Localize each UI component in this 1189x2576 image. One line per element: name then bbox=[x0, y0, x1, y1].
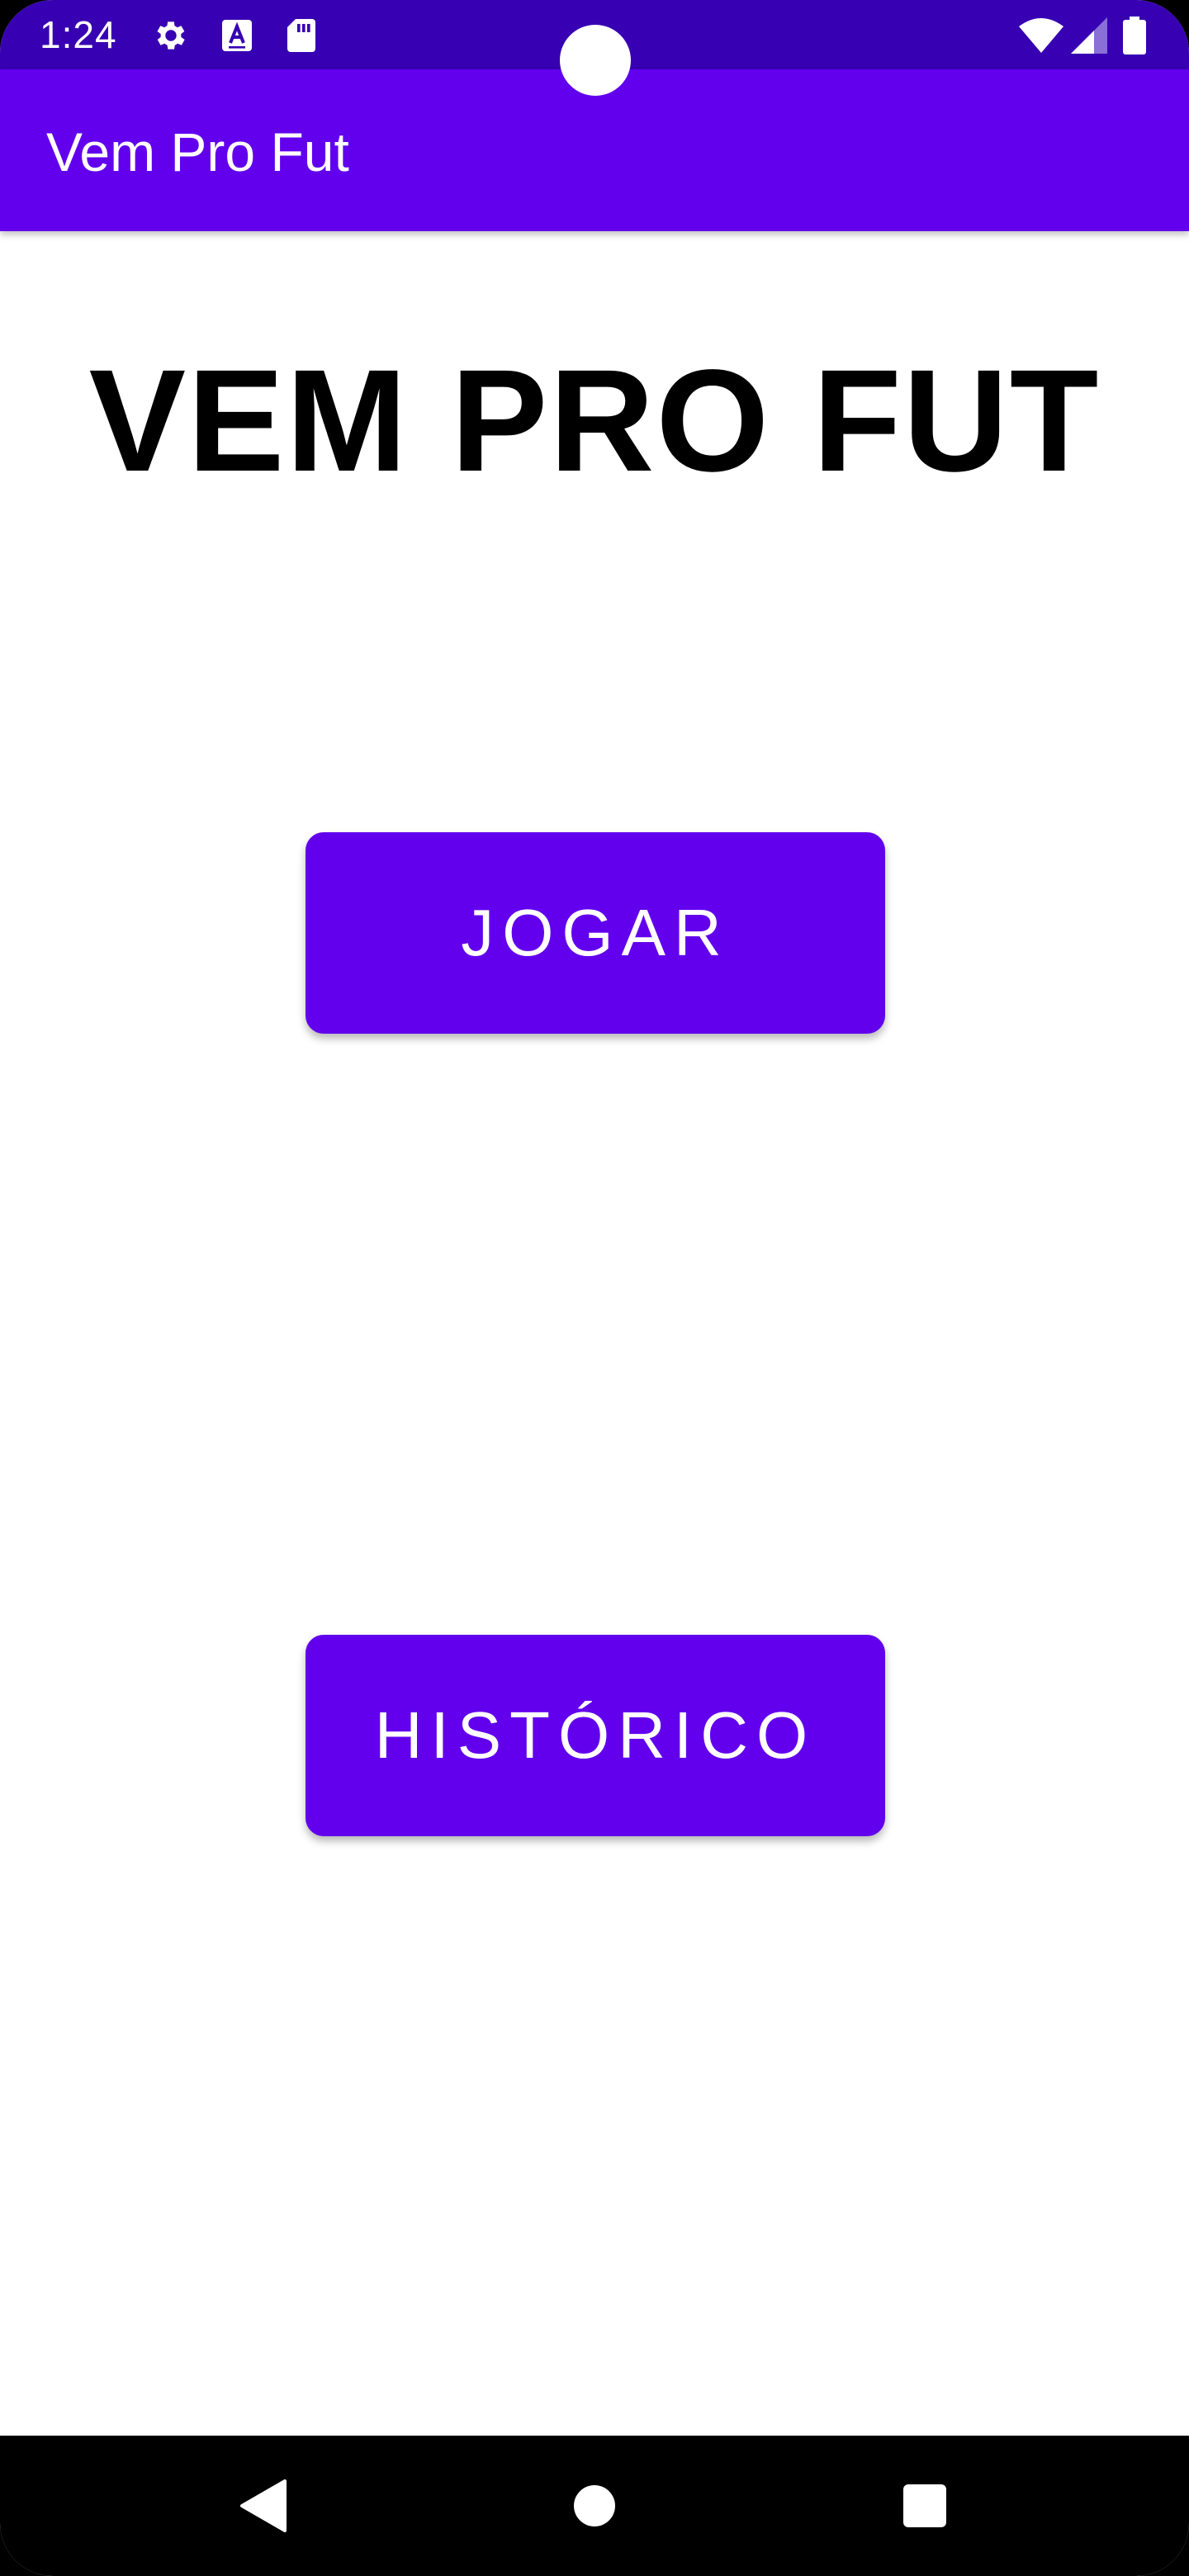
navigation-bar bbox=[0, 2436, 1189, 2576]
app-screen: 1:24 Vem Pro Fut VEM PRO FUT JOGAR HISTÓ… bbox=[0, 0, 1189, 2576]
gear-icon bbox=[152, 17, 190, 54]
home-icon[interactable] bbox=[557, 2469, 632, 2543]
play-button[interactable]: JOGAR bbox=[306, 832, 885, 1034]
camera-cutout bbox=[560, 25, 631, 96]
signal-icon bbox=[1070, 17, 1108, 54]
keyboard-a-icon bbox=[218, 17, 256, 54]
page-title: VEM PRO FUT bbox=[88, 340, 1101, 502]
battery-icon bbox=[1120, 17, 1149, 54]
app-bar-title: Vem Pro Fut bbox=[46, 121, 349, 182]
back-icon[interactable] bbox=[226, 2469, 301, 2543]
play-button-label: JOGAR bbox=[461, 896, 730, 969]
main-content: VEM PRO FUT JOGAR HISTÓRICO bbox=[0, 231, 1189, 2436]
sd-card-icon bbox=[282, 17, 320, 54]
recents-icon[interactable] bbox=[888, 2469, 962, 2543]
status-time: 1:24 bbox=[40, 13, 117, 56]
wifi-icon bbox=[1019, 17, 1063, 54]
history-button-label: HISTÓRICO bbox=[374, 1698, 817, 1772]
history-button[interactable]: HISTÓRICO bbox=[306, 1635, 885, 1836]
